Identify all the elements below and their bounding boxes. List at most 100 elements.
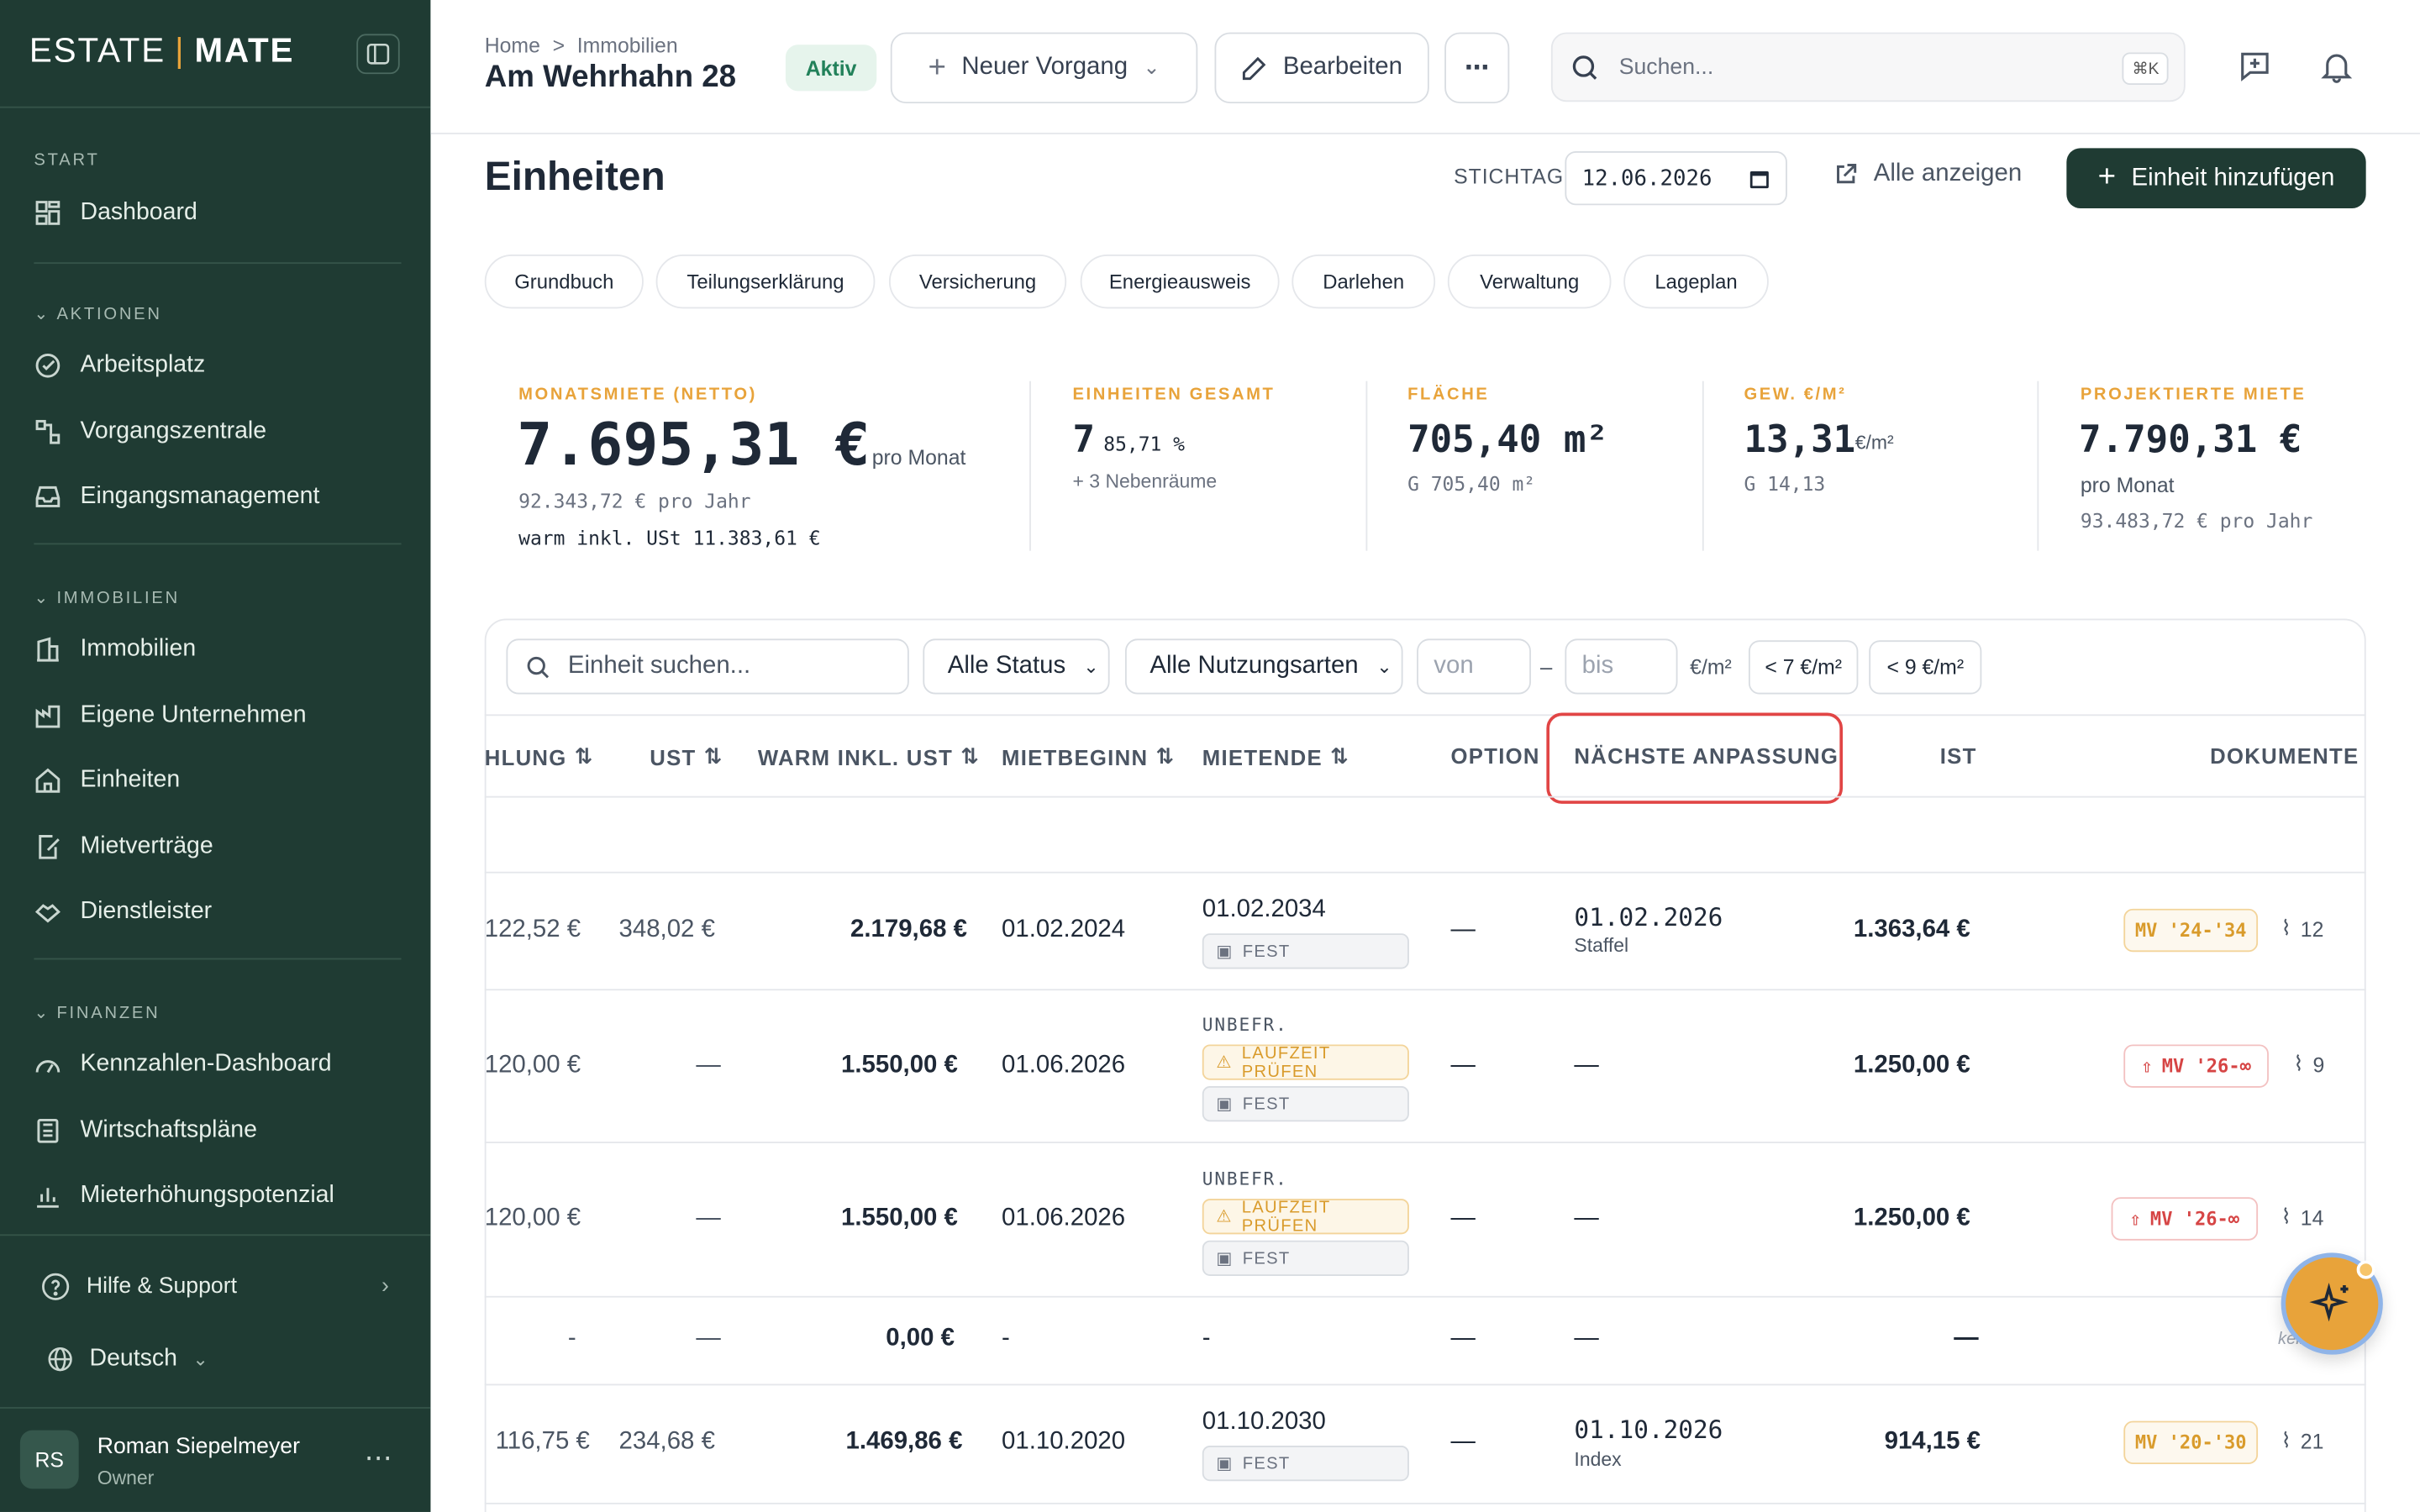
col-mietende[interactable]: MIETENDE ⇅	[1202, 743, 1349, 769]
kpi-miete-label: MONATSMIETE (NETTO)	[518, 386, 757, 405]
contract-badge[interactable]: MV '20-'30	[2123, 1420, 2259, 1465]
attachments-count[interactable]: ⌇ 9	[2293, 1053, 2324, 1077]
chip-verwaltung[interactable]: Verwaltung	[1447, 255, 1612, 309]
fest-badge: ▣ FEST	[1202, 1240, 1409, 1276]
more-icon[interactable]: ⋯	[364, 1442, 393, 1475]
sidebar-collapse-icon[interactable]	[356, 34, 400, 75]
section-title: Einheiten	[484, 152, 666, 199]
paperclip-icon: ⌇	[2281, 916, 2291, 940]
kpi-proj-label: PROJEKTIERTE MIETE	[2080, 386, 2307, 405]
attachments-count[interactable]: ⌇ 12	[2281, 916, 2324, 941]
section-aktionen[interactable]: ⌄ AKTIONEN	[34, 304, 161, 324]
sidebar-item-immobilien[interactable]: Immobilien	[34, 627, 404, 673]
sidebar-item-vorgangszentrale[interactable]: Vorgangszentrale	[34, 409, 404, 455]
paperclip-icon: ⌇	[2281, 1428, 2291, 1452]
breadcrumb-immobilien[interactable]: Immobilien	[577, 34, 678, 57]
sidebar-item-dienstleister[interactable]: Dienstleister	[34, 889, 404, 935]
section-finanzen[interactable]: ⌄ FINANZEN	[34, 1003, 160, 1023]
notification-dot	[2356, 1260, 2375, 1279]
stichtag-date-input[interactable]: 12.06.2026	[1565, 150, 1787, 206]
sidebar-item-dashboard[interactable]: Dashboard	[34, 190, 404, 236]
filter-lt9-button[interactable]: < 9 €/m²	[1869, 640, 1982, 695]
chevron-down-icon: ⌄	[1083, 655, 1099, 678]
grid-icon	[35, 201, 60, 225]
filter-lt7-button[interactable]: < 7 €/m²	[1748, 640, 1859, 695]
contract-badge[interactable]: MV '24-'34	[2123, 908, 2259, 953]
breadcrumb-home[interactable]: Home	[485, 34, 540, 57]
stichtag-label: STICHTAG	[1454, 165, 1565, 189]
more-actions-button[interactable]: ⋯	[1444, 32, 1510, 104]
chip-versicherung[interactable]: Versicherung	[888, 255, 1067, 309]
handshake-icon	[34, 904, 60, 923]
sidebar-item-eingang[interactable]: Eingangsmanagement	[34, 474, 404, 520]
kpi-miete-unit: pro Monat	[871, 445, 966, 470]
unit-search-input[interactable]: Einheit suchen...	[506, 638, 909, 695]
notification-bell-icon[interactable]	[2317, 46, 2357, 87]
chevron-right-icon: ›	[381, 1274, 389, 1299]
brand-logo[interactable]: ESTATE | MATE	[29, 31, 294, 71]
help-support-link[interactable]: Hilfe & Support ›	[40, 1265, 389, 1308]
building-icon	[37, 637, 59, 662]
attachments-count[interactable]: ⌇ 21	[2281, 1429, 2324, 1453]
top-header: Home > Immobilien Am Wehrhahn 28 Aktiv + Ne…	[430, 0, 2420, 134]
kpi-miete-value: 7.695,31 €	[517, 410, 871, 479]
sidebar-item-unternehmen[interactable]: Eigene Unternehmen	[34, 693, 404, 739]
kpi-proj-year: 93.483,72 € pro Jahr	[2080, 509, 2313, 533]
show-all-link[interactable]: Alle anzeigen	[1833, 160, 2022, 188]
price-min-input[interactable]: von	[1417, 638, 1532, 695]
laufzeit-warning-badge[interactable]: ⚠ LAUFZEIT PRÜFEN	[1202, 1198, 1409, 1235]
usage-select[interactable]: Alle Nutzungsarten ⌄	[1124, 638, 1403, 695]
flow-icon	[35, 419, 60, 444]
kpi-gew-label: GEW. €/M²	[1744, 386, 1847, 405]
divider	[0, 106, 431, 108]
chevron-down-icon: ⌄	[192, 1348, 208, 1370]
calendar-icon: ▣	[1216, 942, 1234, 962]
status-select[interactable]: Alle Status ⌄	[923, 638, 1110, 695]
sidebar-item-kennzahlen[interactable]: Kennzahlen-Dashboard	[34, 1042, 404, 1088]
global-search-input[interactable]: Suchen... ⌘K	[1550, 32, 2186, 102]
paperclip-icon: ⌇	[2293, 1052, 2304, 1076]
shortcut-badge: ⌘K	[2123, 52, 2169, 86]
col-mietbeginn[interactable]: MIETBEGINN ⇅	[1002, 743, 1175, 769]
breadcrumb: Home > Immobilien	[484, 34, 678, 57]
contract-badge[interactable]: ⇧ MV '26-∞	[2111, 1197, 2259, 1241]
price-max-input[interactable]: bis	[1565, 638, 1678, 695]
kpi-einheiten-sub: + 3 Nebenräume	[1072, 470, 1218, 492]
new-process-button[interactable]: + Neuer Vorgang ⌄	[890, 32, 1198, 104]
col-warm[interactable]: WARM INKL. UST ⇅	[758, 743, 980, 769]
sidebar-item-wirtschaftsplaene[interactable]: Wirtschaftspläne	[34, 1108, 404, 1154]
status-badge: Aktiv	[785, 45, 877, 92]
kpi-miete-year: 92.343,72 € pro Jahr	[518, 489, 751, 512]
sidebar-item-mietvertraege[interactable]: Mietverträge	[34, 824, 404, 870]
sidebar-item-einheiten[interactable]: Einheiten	[34, 758, 404, 804]
language-select[interactable]: Deutsch ⌄	[46, 1339, 208, 1379]
section-immobilien[interactable]: ⌄ IMMOBILIEN	[34, 588, 180, 608]
calendar-icon: ▣	[1216, 1095, 1234, 1115]
price-unit-label: €/m²	[1690, 655, 1732, 680]
user-profile[interactable]: RS Roman Siepelmeyer Owner ⋯	[0, 1407, 431, 1512]
calculator-icon	[37, 1118, 59, 1143]
chip-teilungserklaerung[interactable]: Teilungserklärung	[655, 255, 876, 309]
paperclip-icon: ⌇	[2281, 1205, 2291, 1229]
chip-grundbuch[interactable]: Grundbuch	[484, 255, 644, 309]
chip-darlehen[interactable]: Darlehen	[1292, 255, 1436, 309]
contract-badge[interactable]: ⇧ MV '26-∞	[2123, 1044, 2269, 1088]
search-icon	[1572, 55, 1597, 79]
edit-button[interactable]: Bearbeiten	[1214, 32, 1429, 104]
plus-icon: +	[2097, 160, 2117, 195]
feedback-icon[interactable]	[2235, 46, 2275, 87]
sort-icon: ⇅	[1330, 743, 1349, 769]
col-ust[interactable]: UST ⇅	[650, 743, 723, 769]
sidebar-item-mieterhoehung[interactable]: Mieterhöhungspotenzial	[34, 1173, 404, 1219]
globe-icon	[48, 1347, 72, 1372]
sort-icon: ⇅	[1155, 743, 1176, 769]
add-unit-button[interactable]: + Einheit hinzufügen	[2066, 148, 2366, 208]
chip-lageplan[interactable]: Lageplan	[1623, 255, 1769, 309]
attachments-count[interactable]: ⌇ 14	[2281, 1205, 2324, 1229]
sparkle-icon	[2309, 1282, 2349, 1322]
gauge-icon	[35, 1060, 60, 1074]
sidebar-item-arbeitsplatz[interactable]: Arbeitsplatz	[34, 343, 404, 389]
chip-energieausweis[interactable]: Energieausweis	[1080, 255, 1280, 309]
col-zahlung[interactable]: HLUNG ⇅	[485, 743, 594, 769]
laufzeit-warning-badge[interactable]: ⚠ LAUFZEIT PRÜFEN	[1202, 1044, 1409, 1081]
